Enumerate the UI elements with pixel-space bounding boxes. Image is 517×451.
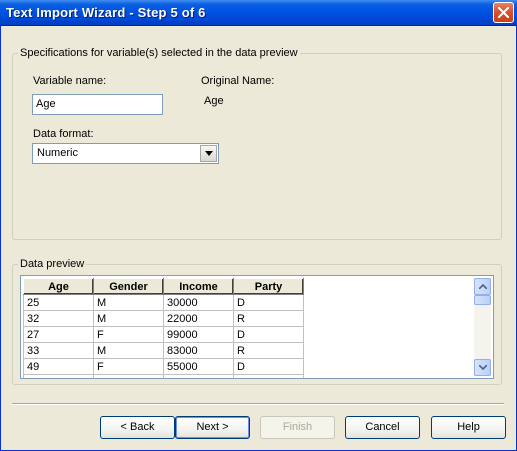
chevron-up-icon: [479, 284, 487, 289]
cell: M: [93, 294, 164, 311]
cell: 83000: [163, 342, 234, 359]
data-format-label: Data format:: [33, 128, 94, 140]
cell: I: [233, 374, 304, 378]
title-bar: Text Import Wizard - Step 5 of 6: [0, 0, 517, 26]
cell: 49: [23, 358, 94, 375]
cell: M: [93, 310, 164, 327]
column-header-gender[interactable]: Gender: [93, 278, 164, 295]
help-button[interactable]: Help: [431, 416, 506, 439]
table-row[interactable]: 27 F 99000 D: [23, 326, 304, 343]
cell: R: [233, 342, 304, 359]
cell: F: [93, 358, 164, 375]
cell: D: [233, 358, 304, 375]
cell: D: [233, 294, 304, 311]
original-name-label: Original Name:: [201, 75, 275, 87]
data-format-value: Numeric: [37, 147, 78, 159]
cell: 30000: [163, 294, 234, 311]
cancel-button[interactable]: Cancel: [345, 416, 420, 439]
chevron-down-icon: [205, 151, 213, 156]
table-row[interactable]: 32 M 22000 R: [23, 310, 304, 327]
close-button[interactable]: [493, 2, 514, 23]
column-header-income[interactable]: Income: [163, 278, 234, 295]
table-row[interactable]: 25 M 30000 D: [23, 294, 304, 311]
next-button[interactable]: Next >: [175, 416, 250, 439]
specifications-legend: Specifications for variable(s) selected …: [20, 47, 298, 59]
finish-button: Finish: [260, 416, 335, 439]
scroll-thumb[interactable]: [474, 295, 491, 305]
cell: 55000: [163, 358, 234, 375]
window-title: Text Import Wizard - Step 5 of 6: [6, 5, 206, 20]
chevron-down-icon: [479, 365, 487, 370]
vertical-scrollbar[interactable]: [474, 278, 491, 376]
table-row[interactable]: 33 M 83000 R: [23, 342, 304, 359]
cell: 27: [23, 326, 94, 343]
column-header-party[interactable]: Party: [233, 278, 304, 295]
scroll-down-button[interactable]: [474, 359, 491, 376]
original-name-value: Age: [204, 95, 224, 107]
cell: M: [93, 342, 164, 359]
dropdown-button[interactable]: [200, 145, 217, 162]
back-button[interactable]: < Back: [100, 416, 175, 439]
cell: 33: [23, 342, 94, 359]
table-row[interactable]: 49 F 55000 D: [23, 358, 304, 375]
cell: F: [93, 374, 164, 378]
data-format-select[interactable]: Numeric: [32, 143, 219, 164]
grid-header-row: Age Gender Income Party: [23, 278, 304, 295]
cell: D: [233, 326, 304, 343]
scroll-up-button[interactable]: [474, 278, 491, 295]
cell: 32: [23, 310, 94, 327]
column-header-age[interactable]: Age: [23, 278, 94, 295]
close-icon: [498, 7, 509, 18]
table-row[interactable]: 70 F 43000 I: [23, 374, 304, 378]
cell: 22000: [163, 310, 234, 327]
variable-name-label: Variable name:: [33, 75, 107, 87]
cell: F: [93, 326, 164, 343]
cell: 25: [23, 294, 94, 311]
data-preview-grid[interactable]: Age Gender Income Party 25 M 30000 D 32 …: [20, 275, 494, 379]
cell: 70: [23, 374, 94, 378]
data-preview-legend: Data preview: [20, 258, 85, 270]
button-separator: [12, 403, 504, 405]
cell: 43000: [163, 374, 234, 378]
variable-name-input[interactable]: Age: [32, 94, 163, 115]
cell: 99000: [163, 326, 234, 343]
cell: R: [233, 310, 304, 327]
